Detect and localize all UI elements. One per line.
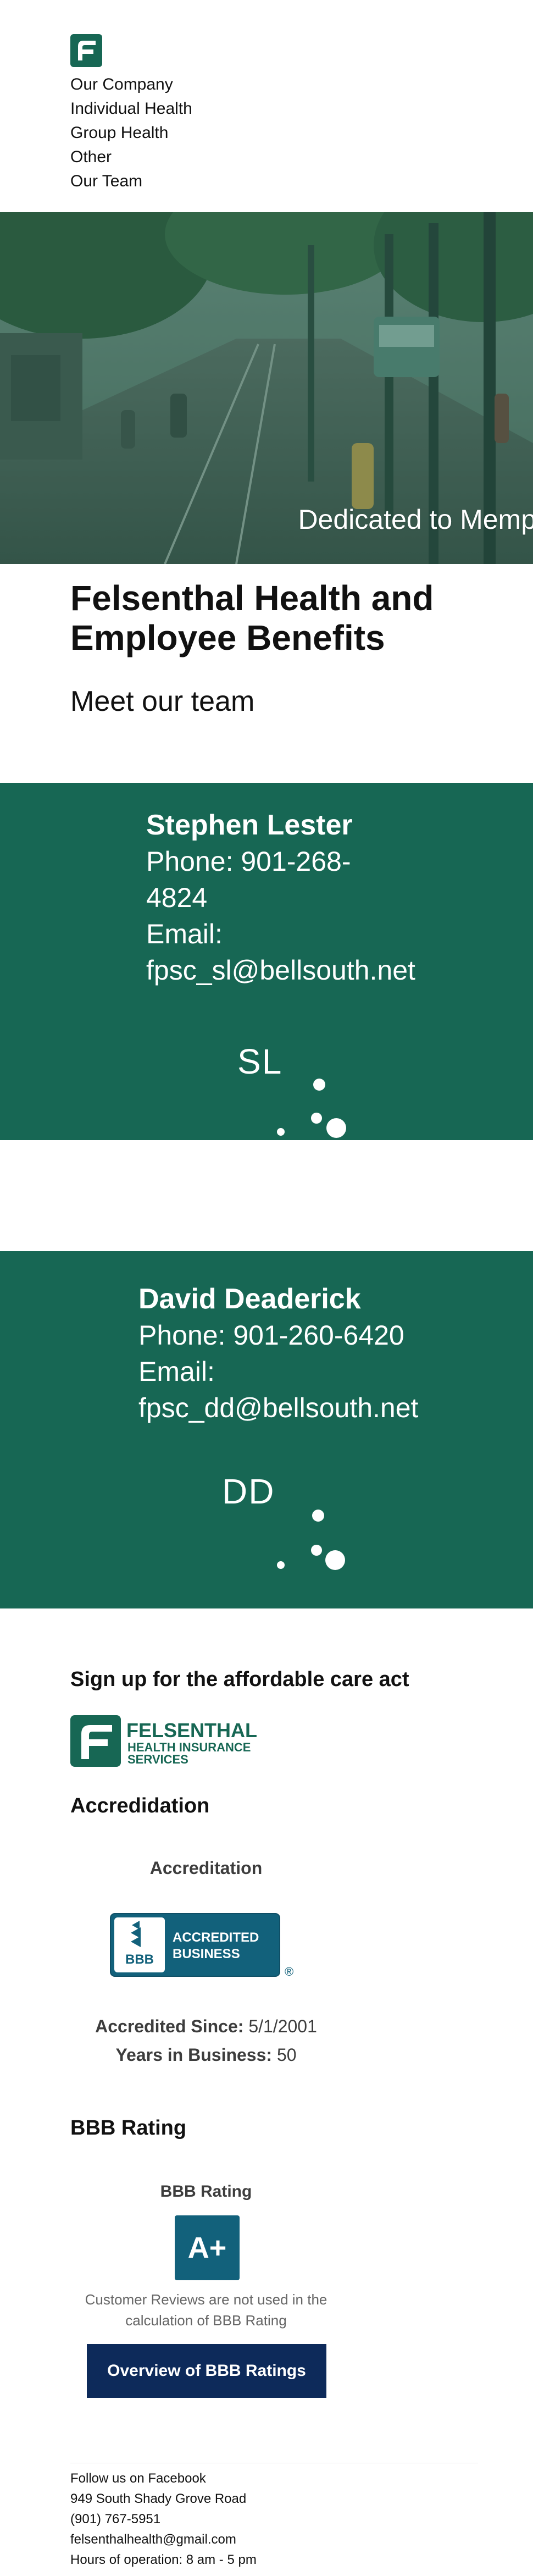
footer-email[interactable]: felsenthalhealth@gmail.com: [70, 2529, 257, 2550]
team-card-info: Stephen Lester Phone: 901-268- 4824 Emai…: [146, 807, 432, 988]
team-member-email[interactable]: fpsc_dd@bellsouth.net: [138, 1390, 446, 1426]
footer: Follow us on Facebook 949 South Shady Gr…: [70, 2468, 257, 2570]
accreditation-widget-title: Accreditation: [149, 1858, 263, 1878]
team-member-email[interactable]: fpsc_sl@bellsouth.net: [146, 952, 432, 988]
bbb-rating-widget-title: BBB Rating: [160, 2182, 252, 2201]
accredited-since-value: 5/1/2001: [248, 2016, 317, 2036]
hero-banner: Dedicated to Memp: [0, 212, 533, 564]
accredited-since-line: Accredited Since: 5/1/2001: [0, 2016, 412, 2037]
decorative-dot: [312, 1510, 324, 1522]
decorative-dot: [277, 1128, 285, 1136]
logo-word-3: SERVICES: [127, 1753, 188, 1766]
decorative-dot: [326, 1118, 346, 1138]
felsenthal-logo-icon[interactable]: [70, 34, 102, 67]
bbb-abbr: BBB: [125, 1952, 154, 1967]
team-member-phone: Phone: 901-260-6420: [138, 1320, 404, 1351]
years-in-business-label: Years in Business:: [115, 2045, 273, 2065]
main-nav: Our Company Individual Health Group Heal…: [70, 73, 192, 194]
decorative-dot: [311, 1545, 322, 1556]
svg-text:®: ®: [285, 1965, 293, 1978]
felsenthal-health-insurance-logo[interactable]: FELSENTHAL HEALTH INSURANCE SERVICES: [70, 1715, 292, 1767]
accreditation-heading: Accredidation: [70, 1794, 210, 1817]
footer-address: 949 South Shady Grove Road: [70, 2491, 247, 2506]
footer-hours: Hours of operation: 8 am - 5 pm: [70, 2552, 257, 2567]
aca-heading: Sign up for the affordable care act: [70, 1668, 409, 1691]
bbb-rating-heading: BBB Rating: [70, 2116, 187, 2140]
team-member-phone-line-1: Phone: 901-268-: [146, 846, 351, 877]
team-member-email-label: Email:: [138, 1356, 215, 1387]
page-title: Felsenthal Health and Employee Benefits: [70, 578, 434, 657]
nav-item-other[interactable]: Other: [70, 145, 192, 169]
team-member-name: David Deaderick: [138, 1283, 361, 1315]
decorative-dot: [313, 1079, 325, 1091]
nav-item-individual-health[interactable]: Individual Health: [70, 97, 192, 121]
team-card-david-deaderick: David Deaderick Phone: 901-260-6420 Emai…: [0, 1251, 533, 1608]
team-card-stephen-lester: Stephen Lester Phone: 901-268- 4824 Emai…: [0, 783, 533, 1140]
decorative-dot: [277, 1561, 285, 1569]
overview-bbb-ratings-button[interactable]: Overview of BBB Ratings: [87, 2344, 326, 2398]
nav-item-our-company[interactable]: Our Company: [70, 73, 192, 97]
accredited-since-label: Accredited Since:: [95, 2016, 244, 2036]
decorative-dot: [325, 1550, 345, 1570]
team-member-name: Stephen Lester: [146, 809, 353, 841]
team-card-info: David Deaderick Phone: 901-260-6420 Emai…: [138, 1281, 446, 1426]
years-in-business-value: 50: [276, 2045, 297, 2065]
hero-caption: Dedicated to Memp: [298, 504, 533, 535]
bbb-rating-grade: A+: [175, 2215, 240, 2280]
logo-word-1: FELSENTHAL: [126, 1719, 257, 1742]
years-in-business-line: Years in Business: 50: [0, 2045, 412, 2065]
bbb-rating-note: Customer Reviews are not used in the cal…: [85, 2291, 327, 2329]
decorative-dot: [311, 1113, 322, 1124]
team-member-email-label: Email:: [146, 919, 223, 949]
footer-facebook-link[interactable]: Follow us on Facebook: [70, 2468, 257, 2489]
team-member-initials: SL: [237, 1042, 283, 1081]
footer-phone: (901) 767-5951: [70, 2512, 161, 2527]
bbb-line-1: ACCREDITED: [173, 1930, 259, 1945]
team-member-initials: DD: [222, 1472, 275, 1511]
nav-item-group-health[interactable]: Group Health: [70, 121, 192, 145]
bbb-accredited-badge[interactable]: BBB ACCREDITED BUSINESS ®: [110, 1913, 302, 1982]
bbb-line-2: BUSINESS: [173, 1947, 240, 1961]
page-subtitle: Meet our team: [70, 686, 255, 717]
team-member-phone-line-2: 4824: [146, 882, 208, 913]
nav-item-our-team[interactable]: Our Team: [70, 169, 192, 194]
